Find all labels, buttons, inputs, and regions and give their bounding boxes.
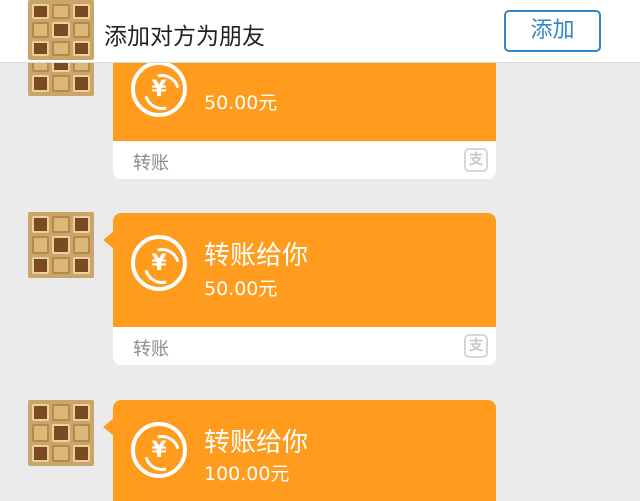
alipay-icon: 支: [464, 148, 488, 172]
transfer-amount: 50.00元: [204, 92, 278, 114]
transfer-card-top: ¥ 转账给你 50.00元: [103, 213, 496, 327]
transfer-card-footer: 转账 支: [113, 327, 496, 365]
contact-avatar[interactable]: [28, 0, 94, 60]
transfer-title: 转账给你: [204, 428, 309, 458]
sender-avatar[interactable]: [28, 400, 94, 466]
sender-avatar[interactable]: [28, 212, 94, 278]
transfer-card-footer: 转账 支: [113, 141, 496, 179]
transfer-bubble[interactable]: ¥ 转账给你 100.00元: [103, 400, 496, 501]
transfer-title: 转账给你: [204, 241, 309, 271]
add-friend-button[interactable]: 添加: [504, 10, 601, 52]
transfer-footer-label: 转账: [133, 153, 169, 174]
transfer-amount: 50.00元: [204, 278, 278, 300]
yuan-coin-icon: ¥: [131, 422, 187, 478]
chat-view: ¥ 50.00元 转账 支 ¥ 转账给你 50.00元 转账 支 ¥ 转账给你 …: [0, 0, 640, 501]
transfer-card-top: ¥ 转账给你 100.00元: [103, 400, 496, 501]
yuan-coin-icon: ¥: [131, 235, 187, 291]
add-friend-prompt: 添加对方为朋友: [104, 24, 265, 50]
transfer-bubble[interactable]: ¥ 转账给你 50.00元 转账 支: [103, 213, 496, 365]
alipay-icon: 支: [464, 334, 488, 358]
transfer-footer-label: 转账: [133, 339, 169, 360]
transfer-amount: 100.00元: [204, 463, 290, 485]
yuan-coin-icon: ¥: [131, 61, 187, 117]
add-friend-bar: 添加对方为朋友 添加: [0, 0, 640, 63]
